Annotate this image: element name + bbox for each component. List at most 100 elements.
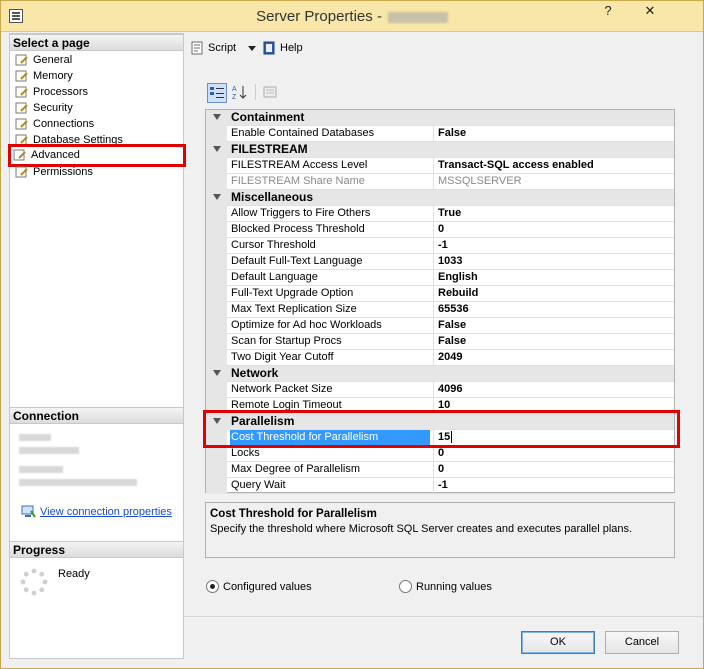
title-bar: Server Properties - ? ✕ (1, 1, 703, 32)
property-value[interactable]: False (433, 318, 673, 333)
footer-separator (184, 616, 703, 617)
category-miscellaneous[interactable]: Miscellaneous (206, 190, 674, 206)
property-value[interactable]: Rebuild (433, 286, 673, 301)
connection-header: Connection (10, 407, 183, 424)
property-value[interactable]: 65536 (433, 302, 673, 317)
close-window-button[interactable]: ✕ (627, 1, 673, 21)
page-item-permissions[interactable]: Permissions (13, 164, 93, 180)
property-value[interactable]: 10 (433, 398, 673, 413)
ok-button[interactable]: OK (521, 631, 595, 654)
property-row-optimize-adhoc[interactable]: Optimize for Ad hoc Workloads False (206, 318, 674, 334)
property-value[interactable]: MSSQLSERVER (433, 174, 673, 189)
collapse-chevron-icon[interactable] (213, 370, 221, 376)
property-row-enable-contained[interactable]: Enable Contained Databases False (206, 126, 674, 142)
running-values-radio[interactable]: Running values (399, 580, 492, 594)
configured-values-radio[interactable]: Configured values (206, 580, 312, 594)
property-row-filestream-access[interactable]: FILESTREAM Access Level Transact-SQL acce… (206, 158, 674, 174)
collapse-chevron-icon[interactable] (213, 114, 221, 120)
category-label: FILESTREAM (231, 142, 308, 156)
property-value[interactable]: English (433, 270, 673, 285)
collapse-chevron-icon[interactable] (213, 146, 221, 152)
property-pages-button[interactable] (261, 83, 281, 103)
property-row-remote-login-timeout[interactable]: Remote Login Timeout 10 (206, 398, 674, 414)
svg-text:Z: Z (232, 94, 237, 101)
property-value[interactable]: False (433, 334, 673, 349)
property-row-scan-startup[interactable]: Scan for Startup Procs False (206, 334, 674, 350)
property-row-default-language[interactable]: Default Language English (206, 270, 674, 286)
property-value[interactable]: 0 (433, 446, 673, 461)
connection-info-redacted (19, 466, 63, 473)
property-value[interactable]: False (433, 126, 673, 141)
row-gutter (206, 222, 227, 238)
property-name: Allow Triggers to Fire Others (231, 207, 371, 219)
svg-text:A: A (232, 86, 237, 93)
row-gutter (206, 446, 227, 462)
row-gutter (206, 174, 227, 190)
help-button[interactable]: Help (262, 41, 303, 55)
row-gutter (206, 462, 227, 478)
row-gutter (206, 270, 227, 286)
help-book-icon (263, 41, 275, 55)
property-row-blocked-threshold[interactable]: Blocked Process Threshold 0 (206, 222, 674, 238)
script-label: Script (208, 42, 237, 54)
script-dropdown-chevron-icon[interactable] (248, 46, 256, 51)
row-gutter (206, 206, 227, 222)
property-value[interactable]: -1 (433, 238, 673, 253)
page-item-processors[interactable]: Processors (13, 84, 88, 100)
property-value[interactable]: 2049 (433, 350, 673, 365)
alphabetical-sort-button[interactable]: AZ (231, 83, 251, 103)
cancel-button[interactable]: Cancel (605, 631, 679, 654)
property-row-two-digit-year[interactable]: Two Digit Year Cutoff 2049 (206, 350, 674, 366)
category-containment[interactable]: Containment (206, 110, 674, 126)
progress-status: Ready (58, 568, 90, 580)
property-name: Network Packet Size (231, 383, 333, 395)
row-gutter (206, 286, 227, 302)
property-value[interactable]: True (433, 206, 673, 221)
category-filestream[interactable]: FILESTREAM (206, 142, 674, 158)
page-item-advanced[interactable]: Advanced (8, 144, 186, 167)
page-item-memory[interactable]: Memory (13, 68, 73, 84)
collapse-chevron-icon[interactable] (213, 418, 221, 424)
property-value[interactable]: -1 (433, 478, 673, 493)
select-page-header: Select a page (10, 34, 183, 51)
row-gutter (206, 158, 227, 174)
property-row-filestream-share[interactable]: FILESTREAM Share Name MSSQLSERVER (206, 174, 674, 190)
property-value[interactable]: 4096 (433, 382, 673, 397)
categorized-sort-button[interactable] (207, 83, 227, 103)
property-row-cursor-threshold[interactable]: Cursor Threshold -1 (206, 238, 674, 254)
property-value[interactable]: 1033 (433, 254, 673, 269)
property-row-max-degree-parallelism[interactable]: Max Degree of Parallelism 0 (206, 462, 674, 478)
property-name: Query Wait (231, 479, 286, 491)
property-value[interactable]: 0 (433, 462, 673, 477)
page-item-database-settings[interactable]: Database Settings (13, 132, 123, 148)
property-name: FILESTREAM Share Name (231, 175, 365, 187)
view-connection-properties-link[interactable]: View connection properties (40, 506, 172, 518)
page-item-security[interactable]: Security (13, 100, 73, 116)
category-network[interactable]: Network (206, 366, 674, 382)
property-row-cost-threshold[interactable]: Cost Threshold for Parallelism 15 (206, 430, 674, 446)
cost-threshold-value-input[interactable]: 15 (433, 430, 673, 445)
property-name: Blocked Process Threshold (231, 223, 365, 235)
page-item-connections[interactable]: Connections (13, 116, 94, 132)
script-button[interactable]: Script (190, 41, 236, 55)
connection-info-redacted (19, 434, 51, 441)
property-name: Optimize for Ad hoc Workloads (231, 319, 382, 331)
property-name: Default Language (231, 271, 318, 283)
collapse-chevron-icon[interactable] (213, 194, 221, 200)
property-row-query-wait[interactable]: Query Wait -1 (206, 478, 674, 494)
property-row-locks[interactable]: Locks 0 (206, 446, 674, 462)
row-gutter (206, 126, 227, 142)
row-gutter (206, 334, 227, 350)
property-row-allow-triggers[interactable]: Allow Triggers to Fire Others True (206, 206, 674, 222)
property-row-network-packet-size[interactable]: Network Packet Size 4096 (206, 382, 674, 398)
property-row-fulltext-upgrade[interactable]: Full-Text Upgrade Option Rebuild (206, 286, 674, 302)
page-item-label: Permissions (33, 166, 93, 178)
property-value[interactable]: Transact-SQL access enabled (433, 158, 673, 173)
row-gutter (206, 398, 227, 414)
property-value[interactable]: 0 (433, 222, 673, 237)
property-row-default-fulltext-language[interactable]: Default Full-Text Language 1033 (206, 254, 674, 270)
help-caption-button[interactable]: ? (595, 1, 621, 21)
page-item-general[interactable]: General (13, 52, 72, 68)
property-row-max-text-replication[interactable]: Max Text Replication Size 65536 (206, 302, 674, 318)
category-parallelism[interactable]: Parallelism (206, 414, 674, 430)
